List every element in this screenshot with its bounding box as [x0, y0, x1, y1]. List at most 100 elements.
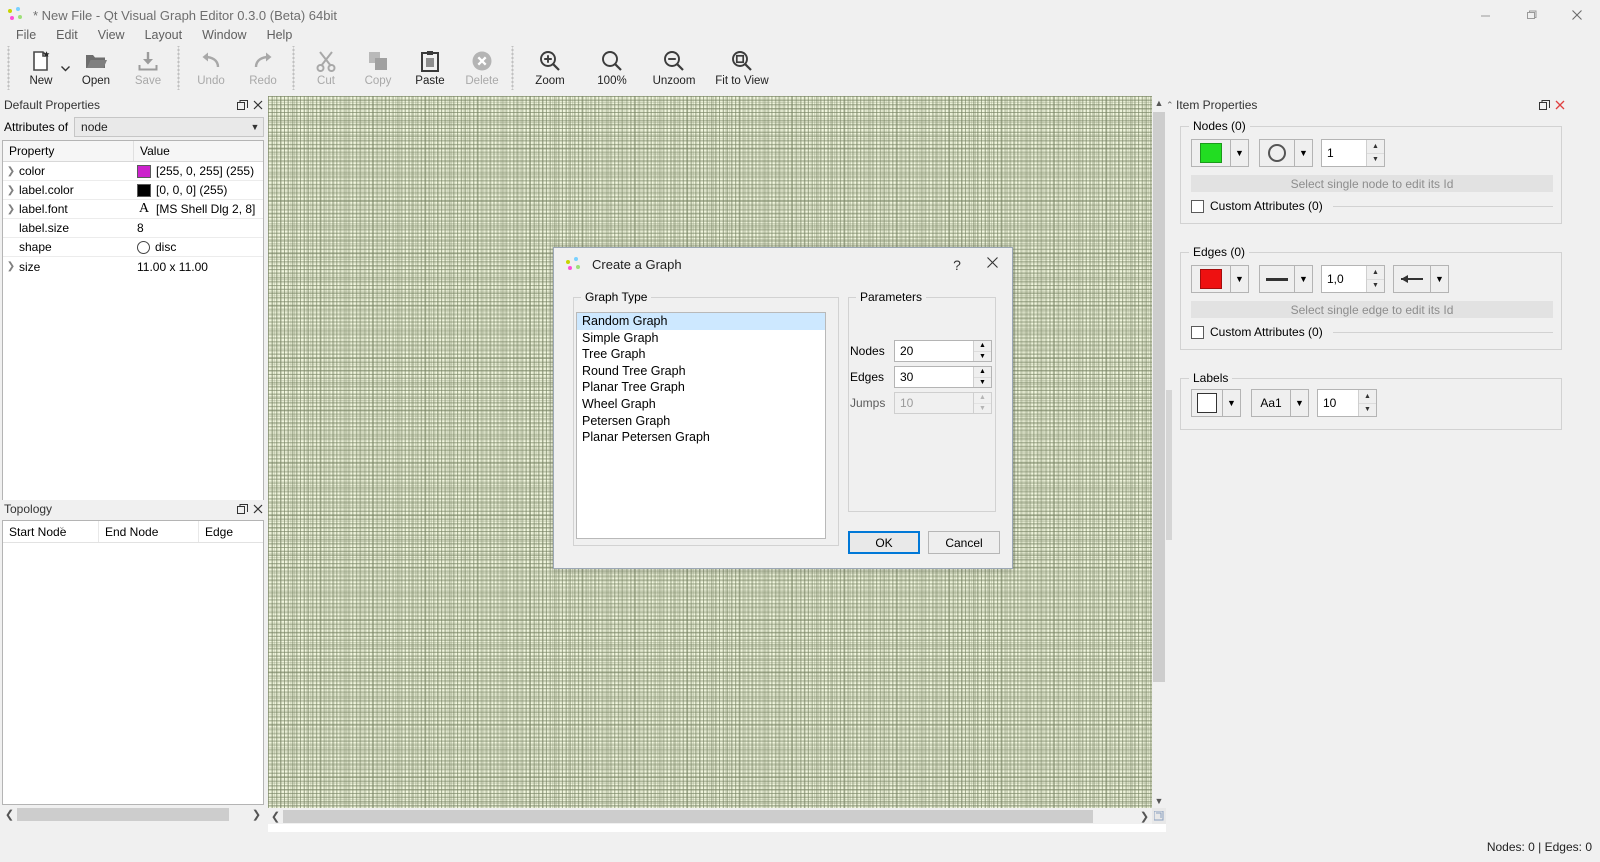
column-header-end-node[interactable]: End Node [99, 521, 199, 542]
edges-field-value[interactable]: 30 [895, 367, 973, 387]
expand-chevron-right-icon[interactable]: ❯ [3, 185, 19, 196]
toolbar-copy-button[interactable]: Copy [352, 45, 404, 91]
default-properties-table[interactable]: Property Value ❯ color [255, 0, 255] (25… [2, 140, 264, 558]
expand-chevron-right-icon[interactable]: ❯ [3, 204, 19, 215]
list-item[interactable]: Wheel Graph [577, 396, 825, 413]
default-properties-close-icon[interactable] [250, 97, 266, 113]
table-row[interactable]: ❯ color [255, 0, 255] (255) [3, 162, 263, 181]
toolbar-handle-1[interactable] [6, 46, 12, 90]
list-item[interactable]: Random Graph [577, 313, 825, 330]
topology-horizontal-scrollbar[interactable]: ❮ ❯ [2, 806, 264, 822]
topology-table[interactable]: Start Node End Node Edge ⌄ [2, 520, 264, 805]
label-color-swatch-button[interactable] [1191, 389, 1223, 417]
nodes-field-spinner[interactable]: 20 ▲ ▼ [894, 340, 992, 362]
dialog-help-button[interactable]: ? [942, 257, 972, 273]
label-color-chevron-down-icon[interactable]: ▼ [1223, 389, 1241, 417]
scroll-left-arrow-icon[interactable]: ❮ [268, 810, 283, 823]
canvas-vscroll-thumb[interactable] [1153, 112, 1165, 682]
menu-window[interactable]: Window [192, 26, 256, 44]
label-font-picker[interactable]: Aa1 ▼ [1251, 389, 1309, 417]
column-header-value[interactable]: Value [134, 141, 263, 161]
toolbar-unzoom-button[interactable]: Unzoom [643, 45, 705, 91]
canvas-hscroll-track[interactable] [283, 809, 1137, 823]
scroll-right-arrow-icon[interactable]: ❯ [249, 808, 264, 821]
scroll-down-arrow-icon[interactable]: ▼ [1152, 794, 1166, 808]
list-item[interactable]: Simple Graph [577, 330, 825, 347]
edges-decrement-icon[interactable]: ▼ [974, 377, 991, 387]
dialog-ok-button[interactable]: OK [848, 531, 920, 554]
edge-color-chevron-down-icon[interactable]: ▼ [1231, 265, 1249, 293]
table-row[interactable]: ❯ label.font A [MS Shell Dlg 2, 8] [3, 200, 263, 219]
toolbar-paste-button[interactable]: Paste [404, 45, 456, 91]
toolbar-fit-to-view-button[interactable]: Fit to View [705, 45, 779, 91]
node-color-chevron-down-icon[interactable]: ▼ [1231, 139, 1249, 167]
graph-type-listbox[interactable]: Random Graph Simple Graph Tree Graph Rou… [576, 312, 826, 539]
node-shape-button[interactable] [1259, 139, 1295, 167]
toolbar-redo-button[interactable]: Redo [237, 45, 289, 91]
edge-custom-attributes-row[interactable]: Custom Attributes (0) [1191, 325, 1553, 339]
item-properties-float-icon[interactable] [1536, 97, 1552, 113]
scroll-right-arrow-icon[interactable]: ❯ [1137, 810, 1152, 823]
edges-field-spinner[interactable]: 30 ▲ ▼ [894, 366, 992, 388]
expand-chevron-right-icon[interactable]: ❯ [3, 261, 19, 272]
nodes-field-value[interactable]: 20 [895, 341, 973, 361]
node-size-decrement-icon[interactable]: ▼ [1367, 153, 1384, 166]
attributes-of-select[interactable]: node ▼ [74, 117, 264, 137]
menu-layout[interactable]: Layout [135, 26, 193, 44]
toolbar-handle-4[interactable] [510, 46, 516, 90]
table-row[interactable]: label.size 8 [3, 219, 263, 238]
edges-increment-icon[interactable]: ▲ [974, 367, 991, 378]
edge-width-decrement-icon[interactable]: ▼ [1367, 279, 1384, 292]
nodes-decrement-icon[interactable]: ▼ [974, 351, 991, 361]
toolbar-open-button[interactable]: Open [70, 45, 122, 91]
node-color-picker[interactable]: ▼ [1191, 139, 1249, 167]
table-row[interactable]: ❯ size 11.00 x 11.00 [3, 257, 263, 276]
edge-direction-picker[interactable]: ▼ [1393, 265, 1449, 293]
list-item[interactable]: Planar Tree Graph [577, 379, 825, 396]
toolbar-handle-3[interactable] [291, 46, 297, 90]
toolbar-undo-button[interactable]: Undo [185, 45, 237, 91]
menu-help[interactable]: Help [257, 26, 303, 44]
node-custom-attributes-checkbox[interactable] [1191, 199, 1204, 213]
edge-color-picker[interactable]: ▼ [1191, 265, 1249, 293]
dialog-close-button[interactable] [972, 256, 1012, 273]
node-color-swatch-button[interactable] [1191, 139, 1231, 167]
item-properties-close-icon[interactable] [1552, 97, 1568, 113]
toolbar-handle-2[interactable] [176, 46, 182, 90]
label-size-value[interactable]: 10 [1318, 390, 1358, 416]
node-size-value[interactable]: 1 [1322, 140, 1366, 166]
edge-style-button[interactable] [1259, 265, 1295, 293]
dialog-cancel-button[interactable]: Cancel [928, 531, 1000, 554]
edge-width-spinner[interactable]: 1,0 ▲ ▼ [1321, 265, 1385, 293]
topology-float-icon[interactable] [234, 501, 250, 517]
toolbar-zoom-100-button[interactable]: 100% [581, 45, 643, 91]
toolbar-new-button[interactable]: New [15, 45, 67, 91]
toolbar-delete-button[interactable]: Delete [456, 45, 508, 91]
edge-style-picker[interactable]: ▼ [1259, 265, 1313, 293]
list-item[interactable]: Planar Petersen Graph [577, 429, 825, 446]
label-font-chevron-down-icon[interactable]: ▼ [1291, 389, 1309, 417]
edge-width-value[interactable]: 1,0 [1322, 266, 1366, 292]
menu-view[interactable]: View [88, 26, 135, 44]
table-row[interactable]: ❯ label.color [0, 0, 0] (255) [3, 181, 263, 200]
column-header-property[interactable]: Property [3, 141, 134, 161]
label-size-decrement-icon[interactable]: ▼ [1359, 403, 1376, 416]
topology-scroll-track[interactable] [17, 807, 249, 821]
scroll-left-arrow-icon[interactable]: ❮ [2, 808, 17, 821]
edge-custom-attributes-checkbox[interactable] [1191, 325, 1204, 339]
default-properties-float-icon[interactable] [234, 97, 250, 113]
menu-edit[interactable]: Edit [46, 26, 88, 44]
column-header-edge[interactable]: Edge [199, 521, 263, 542]
label-font-button[interactable]: Aa1 [1251, 389, 1291, 417]
toolbar-zoom-button[interactable]: Zoom [519, 45, 581, 91]
scroll-up-arrow-icon[interactable]: ▲ [1152, 96, 1166, 110]
list-item[interactable]: Petersen Graph [577, 413, 825, 430]
list-item[interactable]: Round Tree Graph [577, 363, 825, 380]
canvas-hscroll-thumb[interactable] [283, 809, 1093, 823]
topology-scroll-thumb[interactable] [17, 807, 229, 821]
nodes-increment-icon[interactable]: ▲ [974, 341, 991, 352]
edge-direction-chevron-down-icon[interactable]: ▼ [1431, 265, 1449, 293]
edge-width-increment-icon[interactable]: ▲ [1367, 266, 1384, 280]
menu-file[interactable]: File [6, 26, 46, 44]
topology-close-icon[interactable] [250, 501, 266, 517]
